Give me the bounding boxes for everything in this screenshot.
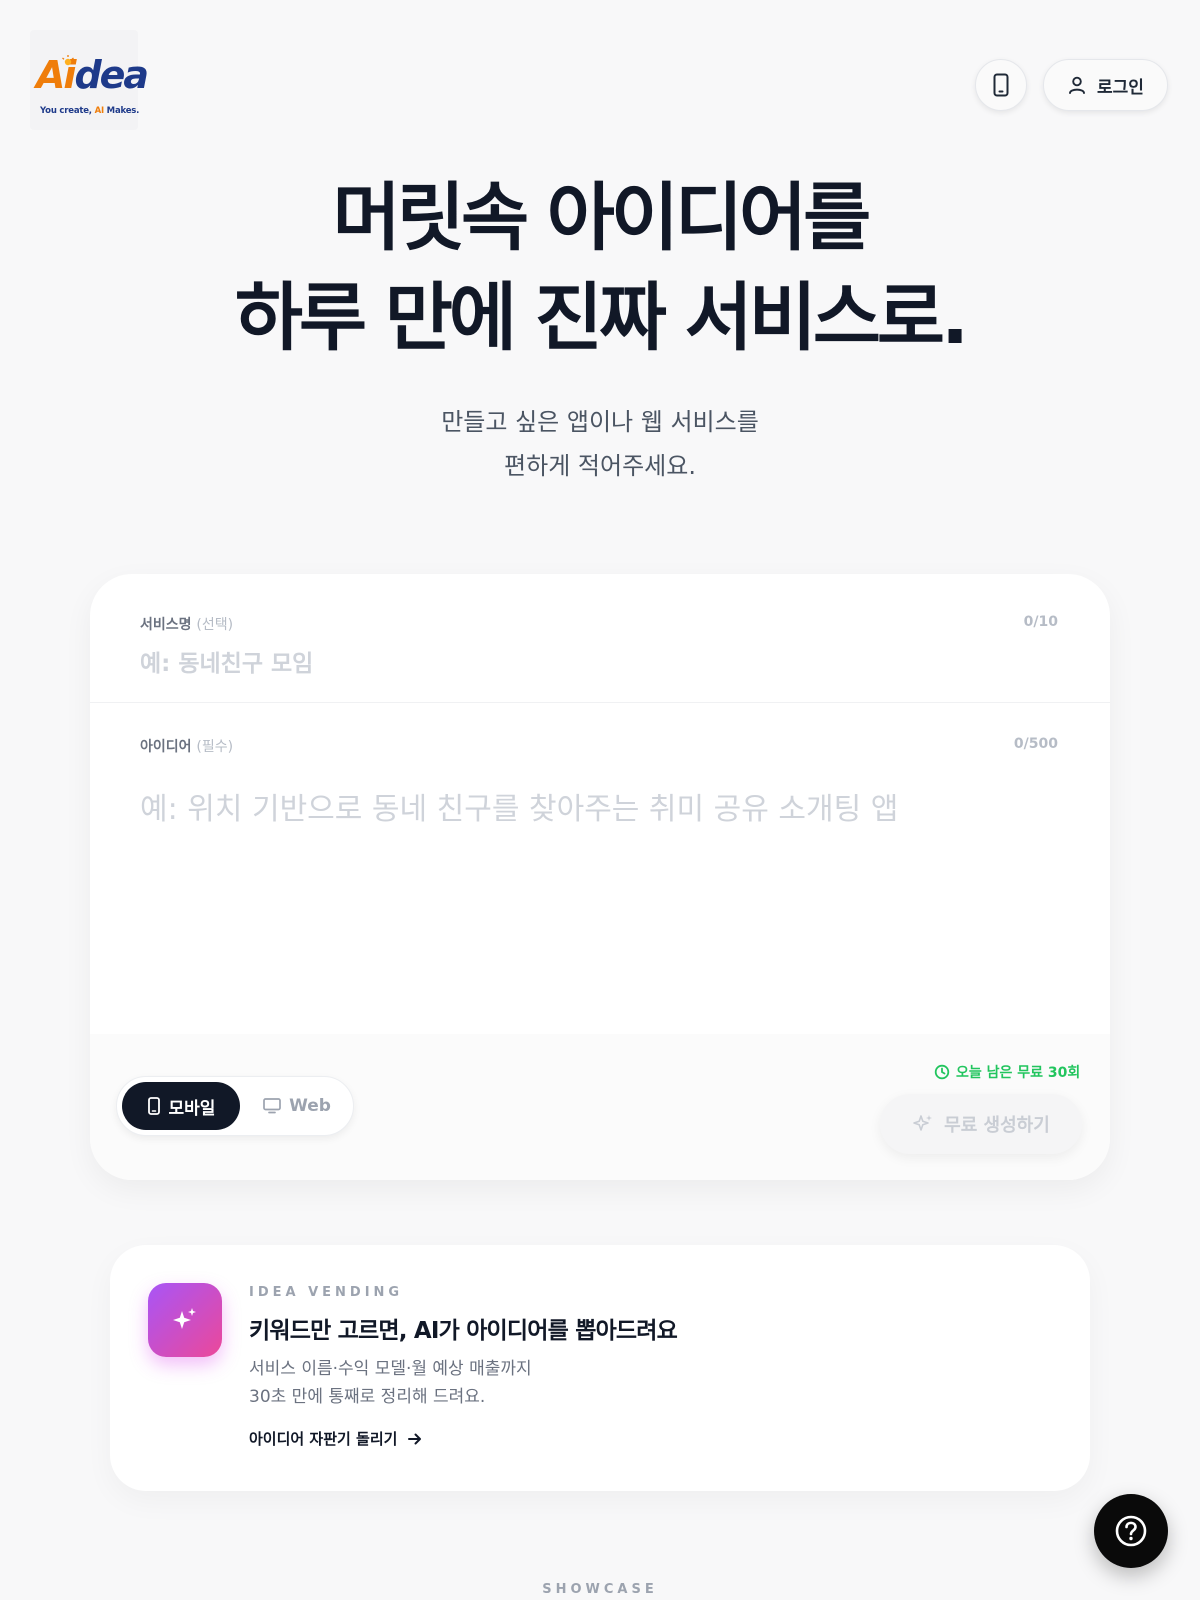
sparkle-icon bbox=[148, 1283, 222, 1357]
free-quota-note: 오늘 남은 무료 30회 bbox=[934, 1062, 1080, 1082]
idea-counter: 0/500 bbox=[1013, 736, 1058, 752]
help-circle-icon bbox=[1115, 1515, 1147, 1547]
user-icon bbox=[1069, 76, 1085, 94]
vending-eyebrow: IDEA VENDING bbox=[249, 1285, 404, 1300]
hero-subtitle: 만들고 싶은 앱이나 웹 서비스를 편하게 적어주세요. bbox=[0, 400, 1200, 488]
generate-button[interactable]: 무료 생성하기 bbox=[880, 1094, 1082, 1154]
help-button[interactable] bbox=[1094, 1494, 1168, 1568]
logo[interactable]: Aidea You create, AI Makes. bbox=[30, 30, 149, 130]
lightbulb-icon bbox=[62, 55, 74, 66]
hero-title-line-1: 머릿속 아이디어를 bbox=[332, 175, 871, 261]
platform-option-web[interactable]: Web bbox=[245, 1082, 349, 1130]
logo-tagline: You create, AI Makes. bbox=[40, 106, 140, 116]
smartphone-icon bbox=[993, 73, 1009, 97]
service-name-label: 서비스명 (선택) bbox=[140, 617, 234, 633]
idea-form-card: 서비스명 (선택) 0/10 아이디어 (필수) 0/500 모바일 Web bbox=[90, 574, 1110, 1180]
idea-textarea[interactable] bbox=[140, 784, 1060, 984]
hero-subtitle-line-1: 만들고 싶은 앱이나 웹 서비스를 bbox=[441, 408, 759, 436]
field-divider bbox=[90, 702, 1110, 703]
login-button[interactable]: 로그인 bbox=[1043, 59, 1168, 111]
monitor-icon bbox=[263, 1098, 281, 1114]
logo-wordmark: Aidea bbox=[36, 53, 149, 97]
smartphone-icon bbox=[147, 1097, 160, 1115]
service-name-counter: 0/10 bbox=[1023, 614, 1058, 630]
hero-title-line-2: 하루 만에 진짜 서비스로. bbox=[234, 275, 969, 361]
arrow-right-icon bbox=[408, 1433, 422, 1444]
hero-title: 머릿속 아이디어를 하루 만에 진짜 서비스로. bbox=[0, 168, 1200, 368]
clock-icon bbox=[934, 1064, 950, 1080]
idea-vending-card[interactable]: IDEA VENDING 키워드만 고르면, AI가 아이디어를 뽑아드려요 서… bbox=[110, 1245, 1090, 1491]
vending-link[interactable]: 아이디어 자판기 돌리기 bbox=[249, 1428, 423, 1449]
service-name-input[interactable] bbox=[140, 644, 1040, 684]
sparkle-icon bbox=[913, 1115, 933, 1131]
platform-option-mobile[interactable]: 모바일 bbox=[122, 1082, 240, 1130]
vending-description: 서비스 이름·수익 모델·월 예상 매출까지 30초 만에 통째로 정리해 드려… bbox=[249, 1359, 532, 1407]
vending-title: 키워드만 고르면, AI가 아이디어를 뽑아드려요 bbox=[249, 1318, 678, 1344]
hero-subtitle-line-2: 편하게 적어주세요. bbox=[504, 452, 696, 480]
idea-label: 아이디어 (필수) bbox=[140, 739, 234, 755]
platform-toggle: 모바일 Web bbox=[116, 1076, 354, 1136]
device-preview-button[interactable] bbox=[975, 59, 1027, 111]
showcase-heading: SHOWCASE bbox=[542, 1582, 658, 1597]
login-label: 로그인 bbox=[1097, 77, 1144, 98]
